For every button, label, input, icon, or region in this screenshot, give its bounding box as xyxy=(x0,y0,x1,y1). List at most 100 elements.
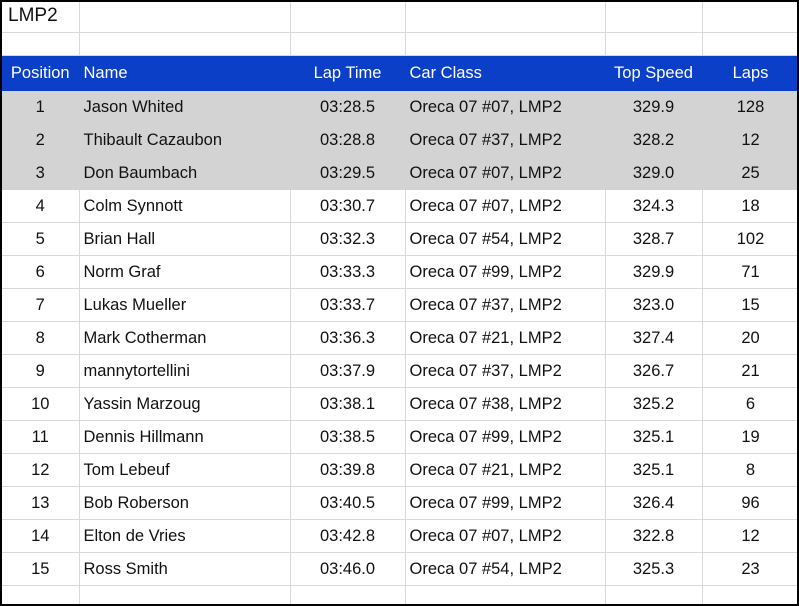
cell-position[interactable]: 9 xyxy=(2,354,80,388)
cell-laps[interactable]: 8 xyxy=(702,453,797,487)
cell-lap-time[interactable]: 03:39.8 xyxy=(290,453,406,487)
cell-lap-time[interactable]: 03:46.0 xyxy=(290,552,406,586)
cell-laps[interactable]: 128 xyxy=(702,90,797,124)
cell-laps[interactable]: 15 xyxy=(702,288,797,322)
cell-lap-time[interactable]: 03:30.7 xyxy=(290,189,406,223)
cell-car-class[interactable]: Oreca 07 #07, LMP2 xyxy=(405,90,606,124)
cell-name[interactable]: Thibault Cazaubon xyxy=(79,123,291,157)
empty-cell[interactable] xyxy=(702,32,797,56)
cell-lap-time[interactable]: 03:28.8 xyxy=(290,123,406,157)
cell-lap-time[interactable]: 03:40.5 xyxy=(290,486,406,520)
cell-top-speed[interactable]: 329.0 xyxy=(605,156,703,190)
cell-name[interactable]: Don Baumbach xyxy=(79,156,291,190)
cell-car-class[interactable]: Oreca 07 #99, LMP2 xyxy=(405,420,606,454)
header-lap-time[interactable]: Lap Time xyxy=(290,55,406,91)
cell-car-class[interactable]: Oreca 07 #38, LMP2 xyxy=(405,387,606,421)
cell-car-class[interactable]: Oreca 07 #21, LMP2 xyxy=(405,321,606,355)
cell-name[interactable]: Norm Graf xyxy=(79,255,291,289)
cell-name[interactable]: Mark Cotherman xyxy=(79,321,291,355)
cell-car-class[interactable]: Oreca 07 #99, LMP2 xyxy=(405,486,606,520)
cell-laps[interactable]: 71 xyxy=(702,255,797,289)
cell-top-speed[interactable]: 322.8 xyxy=(605,519,703,553)
cell-lap-time[interactable]: 03:28.5 xyxy=(290,90,406,124)
cell-car-class[interactable]: Oreca 07 #07, LMP2 xyxy=(405,519,606,553)
cell-lap-time[interactable]: 03:32.3 xyxy=(290,222,406,256)
cell-position[interactable]: 13 xyxy=(2,486,80,520)
cell-car-class[interactable]: Oreca 07 #21, LMP2 xyxy=(405,453,606,487)
cell-position[interactable]: 14 xyxy=(2,519,80,553)
cell-position[interactable]: 8 xyxy=(2,321,80,355)
cell-top-speed[interactable]: 327.4 xyxy=(605,321,703,355)
cell-laps[interactable]: 25 xyxy=(702,156,797,190)
cell-position[interactable]: 10 xyxy=(2,387,80,421)
empty-cell[interactable] xyxy=(2,32,80,56)
cell-name[interactable]: Dennis Hillmann xyxy=(79,420,291,454)
cell-name[interactable]: Brian Hall xyxy=(79,222,291,256)
header-top-speed[interactable]: Top Speed xyxy=(605,55,703,91)
cell-top-speed[interactable]: 324.3 xyxy=(605,189,703,223)
header-name[interactable]: Name xyxy=(79,55,291,91)
header-laps[interactable]: Laps xyxy=(702,55,797,91)
header-position[interactable]: Position xyxy=(2,55,80,91)
cell-position[interactable]: 15 xyxy=(2,552,80,586)
cell-laps[interactable]: 12 xyxy=(702,519,797,553)
cell-laps[interactable]: 6 xyxy=(702,387,797,421)
empty-cell[interactable] xyxy=(290,585,406,604)
cell-name[interactable]: Jason Whited xyxy=(79,90,291,124)
empty-cell[interactable] xyxy=(290,2,406,33)
cell-lap-time[interactable]: 03:36.3 xyxy=(290,321,406,355)
cell-top-speed[interactable]: 329.9 xyxy=(605,90,703,124)
cell-car-class[interactable]: Oreca 07 #37, LMP2 xyxy=(405,354,606,388)
cell-car-class[interactable]: Oreca 07 #07, LMP2 xyxy=(405,189,606,223)
cell-name[interactable]: Tom Lebeuf xyxy=(79,453,291,487)
cell-position[interactable]: 1 xyxy=(2,90,80,124)
cell-position[interactable]: 12 xyxy=(2,453,80,487)
cell-top-speed[interactable]: 325.1 xyxy=(605,420,703,454)
cell-laps[interactable]: 21 xyxy=(702,354,797,388)
cell-position[interactable]: 11 xyxy=(2,420,80,454)
empty-cell[interactable] xyxy=(405,2,606,33)
cell-lap-time[interactable]: 03:33.3 xyxy=(290,255,406,289)
empty-cell[interactable] xyxy=(79,585,291,604)
empty-cell[interactable] xyxy=(605,32,703,56)
cell-car-class[interactable]: Oreca 07 #37, LMP2 xyxy=(405,123,606,157)
empty-cell[interactable] xyxy=(405,32,606,56)
cell-car-class[interactable]: Oreca 07 #07, LMP2 xyxy=(405,156,606,190)
cell-top-speed[interactable]: 325.2 xyxy=(605,387,703,421)
cell-lap-time[interactable]: 03:38.5 xyxy=(290,420,406,454)
empty-cell[interactable] xyxy=(702,585,797,604)
empty-cell[interactable] xyxy=(79,2,291,33)
cell-car-class[interactable]: Oreca 07 #54, LMP2 xyxy=(405,222,606,256)
cell-lap-time[interactable]: 03:38.1 xyxy=(290,387,406,421)
cell-position[interactable]: 7 xyxy=(2,288,80,322)
empty-cell[interactable] xyxy=(702,2,797,33)
cell-position[interactable]: 4 xyxy=(2,189,80,223)
cell-lap-time[interactable]: 03:33.7 xyxy=(290,288,406,322)
cell-top-speed[interactable]: 325.3 xyxy=(605,552,703,586)
cell-laps[interactable]: 96 xyxy=(702,486,797,520)
cell-laps[interactable]: 20 xyxy=(702,321,797,355)
cell-name[interactable]: mannytortellini xyxy=(79,354,291,388)
cell-name[interactable]: Ross Smith xyxy=(79,552,291,586)
cell-top-speed[interactable]: 326.4 xyxy=(605,486,703,520)
cell-name[interactable]: Colm Synnott xyxy=(79,189,291,223)
cell-top-speed[interactable]: 325.1 xyxy=(605,453,703,487)
cell-name[interactable]: Elton de Vries xyxy=(79,519,291,553)
cell-name[interactable]: Yassin Marzoug xyxy=(79,387,291,421)
cell-top-speed[interactable]: 328.2 xyxy=(605,123,703,157)
empty-cell[interactable] xyxy=(405,585,606,604)
cell-lap-time[interactable]: 03:29.5 xyxy=(290,156,406,190)
header-car-class[interactable]: Car Class xyxy=(405,55,606,91)
cell-position[interactable]: 2 xyxy=(2,123,80,157)
cell-laps[interactable]: 19 xyxy=(702,420,797,454)
cell-top-speed[interactable]: 323.0 xyxy=(605,288,703,322)
cell-laps[interactable]: 102 xyxy=(702,222,797,256)
cell-laps[interactable]: 23 xyxy=(702,552,797,586)
cell-name[interactable]: Bob Roberson xyxy=(79,486,291,520)
cell-laps[interactable]: 18 xyxy=(702,189,797,223)
sheet-title[interactable]: LMP2 xyxy=(2,2,80,33)
cell-position[interactable]: 6 xyxy=(2,255,80,289)
empty-cell[interactable] xyxy=(605,2,703,33)
cell-position[interactable]: 3 xyxy=(2,156,80,190)
cell-lap-time[interactable]: 03:42.8 xyxy=(290,519,406,553)
